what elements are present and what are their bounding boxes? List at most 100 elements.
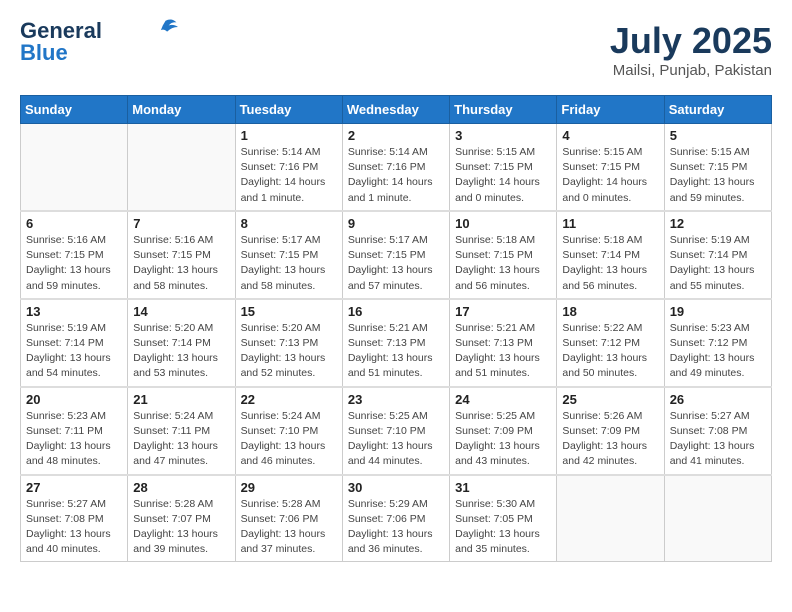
day-number: 1 — [241, 128, 337, 143]
day-info: Sunrise: 5:18 AM Sunset: 7:14 PM Dayligh… — [562, 233, 658, 294]
day-info: Sunrise: 5:25 AM Sunset: 7:10 PM Dayligh… — [348, 409, 444, 470]
calendar-cell: 2Sunrise: 5:14 AM Sunset: 7:16 PM Daylig… — [342, 124, 449, 211]
calendar-cell: 31 Sunrise: 5:30 AM Sunset: 7:05 PM Dayli… — [450, 475, 557, 562]
location-text: Mailsi, Punjab, Pakistan — [610, 62, 772, 79]
day-info: Sunrise: 5:22 AM Sunset: 7:12 PM Dayligh… — [562, 321, 658, 382]
day-info: Sunrise: 5:15 AM Sunset: 7:15 PM Dayligh… — [455, 145, 551, 206]
day-number: 23 — [348, 392, 444, 407]
day-number: 29 — [241, 480, 337, 495]
calendar-week-row: 20Sunrise: 5:23 AM Sunset: 7:11 PM Dayli… — [21, 387, 772, 475]
day-info: Sunrise: 5:24 AM Sunset: 7:11 PM Dayligh… — [133, 409, 229, 470]
calendar-cell: 18 Sunrise: 5:22 AM Sunset: 7:12 PM Dayli… — [557, 299, 664, 387]
day-number: 25 — [562, 392, 658, 407]
calendar-cell: 22 Sunrise: 5:24 AM Sunset: 7:10 PM Dayli… — [235, 387, 342, 475]
day-number: 27 — [26, 480, 122, 495]
day-info: Sunrise: 5:14 AM Sunset: 7:16 PM Dayligh… — [241, 145, 337, 206]
day-number: 14 — [133, 304, 229, 319]
day-number: 24 — [455, 392, 551, 407]
day-number: 10 — [455, 216, 551, 231]
calendar-cell: 11 Sunrise: 5:18 AM Sunset: 7:14 PM Dayli… — [557, 211, 664, 299]
day-number: 30 — [348, 480, 444, 495]
weekday-header-wednesday: Wednesday — [342, 96, 449, 124]
calendar-week-row: 1 Sunrise: 5:14 AM Sunset: 7:16 PM Daylig… — [21, 124, 772, 211]
calendar-cell: 20Sunrise: 5:23 AM Sunset: 7:11 PM Dayli… — [21, 387, 128, 475]
day-number: 31 — [455, 480, 551, 495]
day-number: 28 — [133, 480, 229, 495]
calendar-cell: 7 Sunrise: 5:16 AM Sunset: 7:15 PM Daylig… — [128, 211, 235, 299]
calendar-week-row: 27 Sunrise: 5:27 AM Sunset: 7:08 PM Dayli… — [21, 475, 772, 562]
day-info: Sunrise: 5:20 AM Sunset: 7:14 PM Dayligh… — [133, 321, 229, 382]
day-info: Sunrise: 5:17 AM Sunset: 7:15 PM Dayligh… — [348, 233, 444, 294]
day-info: Sunrise: 5:19 AM Sunset: 7:14 PM Dayligh… — [670, 233, 766, 294]
day-info: Sunrise: 5:19 AM Sunset: 7:14 PM Dayligh… — [26, 321, 122, 382]
calendar-cell: 16 Sunrise: 5:21 AM Sunset: 7:13 PM Dayli… — [342, 299, 449, 387]
day-number: 12 — [670, 216, 766, 231]
day-number: 2 — [348, 128, 444, 143]
calendar-cell: 30 Sunrise: 5:29 AM Sunset: 7:06 PM Dayli… — [342, 475, 449, 562]
day-info: Sunrise: 5:27 AM Sunset: 7:08 PM Dayligh… — [670, 409, 766, 470]
calendar-cell: 10 Sunrise: 5:18 AM Sunset: 7:15 PM Dayli… — [450, 211, 557, 299]
day-info: Sunrise: 5:30 AM Sunset: 7:05 PM Dayligh… — [455, 497, 551, 558]
weekday-header-tuesday: Tuesday — [235, 96, 342, 124]
calendar-cell: 8 Sunrise: 5:17 AM Sunset: 7:15 PM Daylig… — [235, 211, 342, 299]
calendar-cell — [128, 124, 235, 211]
day-number: 19 — [670, 304, 766, 319]
day-info: Sunrise: 5:24 AM Sunset: 7:10 PM Dayligh… — [241, 409, 337, 470]
weekday-header-friday: Friday — [557, 96, 664, 124]
day-info: Sunrise: 5:25 AM Sunset: 7:09 PM Dayligh… — [455, 409, 551, 470]
day-info: Sunrise: 5:29 AM Sunset: 7:06 PM Dayligh… — [348, 497, 444, 558]
day-info: Sunrise: 5:26 AM Sunset: 7:09 PM Dayligh… — [562, 409, 658, 470]
logo-blue-text: Blue — [20, 42, 68, 64]
calendar-cell: 19 Sunrise: 5:23 AM Sunset: 7:12 PM Dayli… — [664, 299, 771, 387]
day-info: Sunrise: 5:21 AM Sunset: 7:13 PM Dayligh… — [348, 321, 444, 382]
day-info: Sunrise: 5:16 AM Sunset: 7:15 PM Dayligh… — [133, 233, 229, 294]
day-info: Sunrise: 5:28 AM Sunset: 7:07 PM Dayligh… — [133, 497, 229, 558]
logo-bird-icon — [150, 17, 178, 37]
day-info: Sunrise: 5:28 AM Sunset: 7:06 PM Dayligh… — [241, 497, 337, 558]
day-number: 13 — [26, 304, 122, 319]
weekday-header-saturday: Saturday — [664, 96, 771, 124]
day-number: 5 — [670, 128, 766, 143]
calendar-cell: 25 Sunrise: 5:26 AM Sunset: 7:09 PM Dayli… — [557, 387, 664, 475]
calendar-cell: 27 Sunrise: 5:27 AM Sunset: 7:08 PM Dayli… — [21, 475, 128, 562]
day-number: 7 — [133, 216, 229, 231]
day-number: 20 — [26, 392, 122, 407]
calendar-cell: 28 Sunrise: 5:28 AM Sunset: 7:07 PM Dayli… — [128, 475, 235, 562]
title-area: July 2025 Mailsi, Punjab, Pakistan — [610, 20, 772, 79]
calendar-table: SundayMondayTuesdayWednesdayThursdayFrid… — [20, 95, 772, 562]
day-number: 4 — [562, 128, 658, 143]
day-number: 11 — [562, 216, 658, 231]
day-info: Sunrise: 5:15 AM Sunset: 7:15 PM Dayligh… — [562, 145, 658, 206]
calendar-cell: 26 Sunrise: 5:27 AM Sunset: 7:08 PM Dayli… — [664, 387, 771, 475]
day-info: Sunrise: 5:27 AM Sunset: 7:08 PM Dayligh… — [26, 497, 122, 558]
calendar-cell — [21, 124, 128, 211]
day-number: 16 — [348, 304, 444, 319]
calendar-cell — [557, 475, 664, 562]
calendar-cell: 17Sunrise: 5:21 AM Sunset: 7:13 PM Dayli… — [450, 299, 557, 387]
calendar-cell: 13 Sunrise: 5:19 AM Sunset: 7:14 PM Dayli… — [21, 299, 128, 387]
day-number: 8 — [241, 216, 337, 231]
calendar-cell: 15 Sunrise: 5:20 AM Sunset: 7:13 PM Dayli… — [235, 299, 342, 387]
calendar-cell: 24 Sunrise: 5:25 AM Sunset: 7:09 PM Dayli… — [450, 387, 557, 475]
day-number: 21 — [133, 392, 229, 407]
calendar-week-row: 6Sunrise: 5:16 AM Sunset: 7:15 PM Daylig… — [21, 211, 772, 299]
day-number: 26 — [670, 392, 766, 407]
day-info: Sunrise: 5:17 AM Sunset: 7:15 PM Dayligh… — [241, 233, 337, 294]
calendar-cell: 4 Sunrise: 5:15 AM Sunset: 7:15 PM Daylig… — [557, 124, 664, 211]
day-number: 22 — [241, 392, 337, 407]
day-number: 3 — [455, 128, 551, 143]
header: General Blue July 2025 Mailsi, Punjab, P… — [20, 20, 772, 79]
day-info: Sunrise: 5:15 AM Sunset: 7:15 PM Dayligh… — [670, 145, 766, 206]
day-info: Sunrise: 5:20 AM Sunset: 7:13 PM Dayligh… — [241, 321, 337, 382]
calendar-cell — [664, 475, 771, 562]
calendar-cell: 5 Sunrise: 5:15 AM Sunset: 7:15 PM Daylig… — [664, 124, 771, 211]
day-info: Sunrise: 5:23 AM Sunset: 7:12 PM Dayligh… — [670, 321, 766, 382]
day-info: Sunrise: 5:16 AM Sunset: 7:15 PM Dayligh… — [26, 233, 122, 294]
day-number: 18 — [562, 304, 658, 319]
month-title: July 2025 — [610, 20, 772, 62]
calendar-header-row: SundayMondayTuesdayWednesdayThursdayFrid… — [21, 96, 772, 124]
day-info: Sunrise: 5:18 AM Sunset: 7:15 PM Dayligh… — [455, 233, 551, 294]
logo: General Blue — [20, 20, 178, 64]
calendar-week-row: 13 Sunrise: 5:19 AM Sunset: 7:14 PM Dayli… — [21, 299, 772, 387]
day-number: 15 — [241, 304, 337, 319]
